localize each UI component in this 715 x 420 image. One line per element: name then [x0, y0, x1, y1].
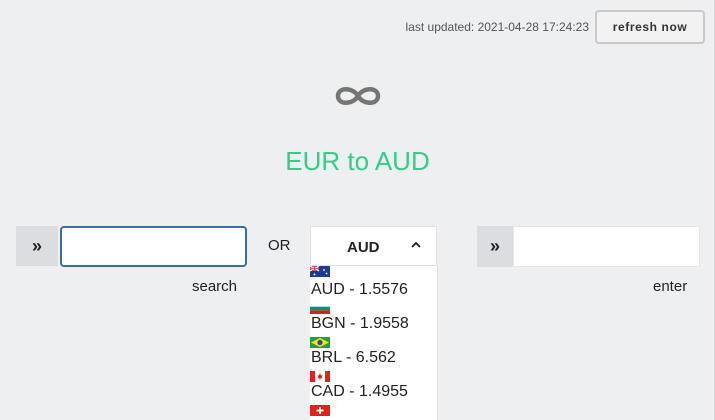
- page-title: EUR to AUD: [285, 146, 430, 176]
- currency-select-value: AUD: [347, 239, 380, 256]
- currency-option-chf[interactable]: [310, 402, 437, 420]
- brazil-flag-icon: [310, 337, 330, 348]
- infinity-icon: [335, 87, 381, 105]
- currency-select[interactable]: AUD: [310, 226, 437, 266]
- currency-option-label: BRL - 6.562: [311, 349, 396, 366]
- currency-option-aud[interactable]: AUD - 1.5576: [310, 266, 437, 300]
- currency-option-bgn[interactable]: BGN - 1.9558: [310, 300, 437, 334]
- search-input[interactable]: [60, 226, 247, 267]
- chevron-up-icon[interactable]: [411, 241, 421, 249]
- amount-prefix: »: [477, 226, 513, 267]
- amount-label: enter: [653, 278, 688, 295]
- search-prefix: »: [16, 226, 58, 266]
- refresh-button[interactable]: refresh now: [595, 10, 705, 44]
- header-bar: last updated: 2021-04-28 17:24:23 refres…: [406, 10, 705, 44]
- search-label: search: [192, 278, 238, 295]
- canada-flag-icon: [310, 371, 330, 382]
- currency-option-label: AUD - 1.5576: [311, 281, 408, 298]
- bulgaria-flag-icon: [310, 303, 330, 314]
- currency-option-label: CAD - 1.4955: [311, 383, 408, 400]
- switzerland-flag-icon: [310, 405, 330, 416]
- currency-option-cad[interactable]: CAD - 1.4955: [310, 368, 437, 402]
- currency-option-label: BGN - 1.9558: [311, 315, 409, 332]
- amount-input[interactable]: [513, 226, 700, 267]
- or-label: OR: [268, 237, 291, 254]
- australia-flag-icon: [310, 266, 330, 277]
- last-updated-text: last updated: 2021-04-28 17:24:23: [405, 20, 589, 34]
- currency-option-brl[interactable]: BRL - 6.562: [310, 334, 437, 368]
- currency-dropdown: AUD - 1.5576 BGN - 1.9558 BRL - 6.562 CA…: [310, 266, 438, 420]
